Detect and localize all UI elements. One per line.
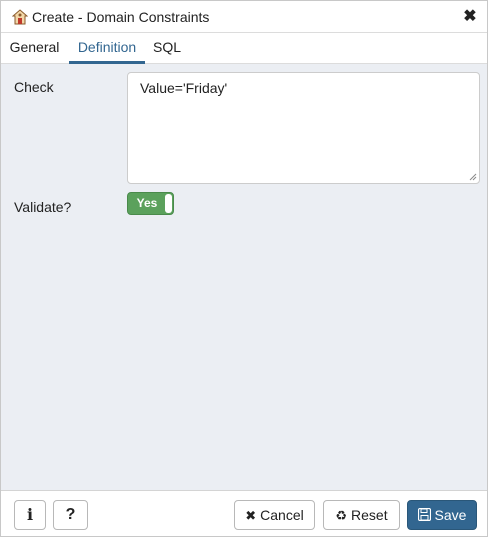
check-expression-value: Value='Friday' <box>140 80 228 96</box>
close-icon[interactable]: ✖ <box>462 8 478 26</box>
definition-panel: Check Value='Friday' Validate? Yes <box>1 64 487 490</box>
resize-grip-icon[interactable] <box>469 173 477 181</box>
create-domain-constraints-dialog: Create - Domain Constraints ✖ General De… <box>0 0 488 537</box>
toggle-knob <box>165 194 172 213</box>
dialog-title: Create - Domain Constraints <box>32 9 210 25</box>
validate-toggle-label: Yes <box>136 196 158 210</box>
tab-definition[interactable]: Definition <box>69 33 145 64</box>
info-button[interactable]: i <box>14 500 46 530</box>
dialog-footer: i ? ✖ Cancel ♻ Reset Save <box>1 490 487 536</box>
reset-button[interactable]: ♻ Reset <box>323 500 400 530</box>
reset-button-label: Reset <box>351 507 388 523</box>
times-icon: ✖ <box>245 508 257 523</box>
cancel-button[interactable]: ✖ Cancel <box>234 500 315 530</box>
save-button-label: Save <box>434 507 467 523</box>
cancel-button-label: Cancel <box>260 507 304 523</box>
help-button[interactable]: ? <box>53 500 88 530</box>
check-label: Check <box>14 79 54 95</box>
recycle-icon: ♻ <box>335 508 348 523</box>
validate-toggle[interactable]: Yes <box>127 192 174 215</box>
help-icon: ? <box>65 506 76 523</box>
domain-constraint-icon <box>12 9 28 25</box>
tab-general[interactable]: General <box>7 33 62 64</box>
check-expression-textarea[interactable]: Value='Friday' <box>127 72 480 184</box>
tab-bar: General Definition SQL <box>1 33 487 64</box>
tab-sql[interactable]: SQL <box>149 33 185 64</box>
save-button[interactable]: Save <box>407 500 477 530</box>
validate-label: Validate? <box>14 199 72 215</box>
floppy-icon <box>417 508 431 521</box>
info-icon: i <box>26 505 34 524</box>
dialog-titlebar[interactable]: Create - Domain Constraints ✖ <box>1 1 487 33</box>
